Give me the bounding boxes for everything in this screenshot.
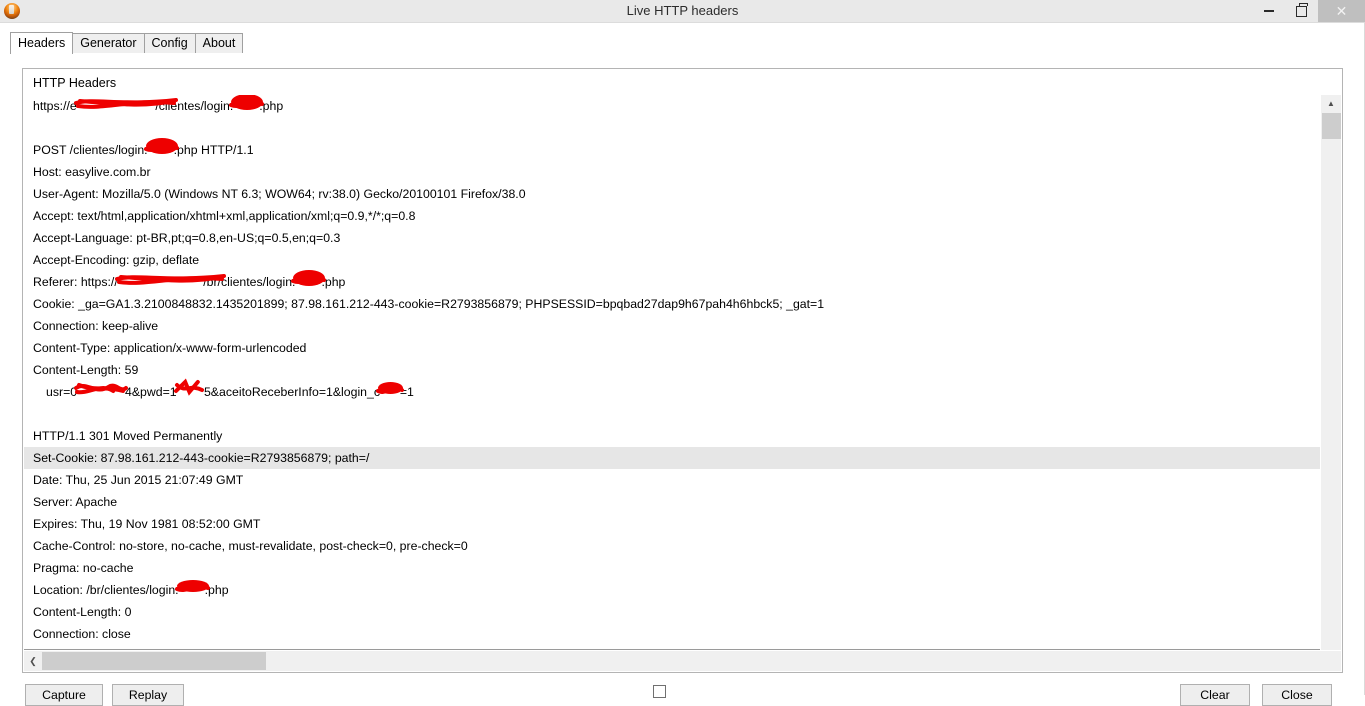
redaction-mark: easylive.com.br: [118, 271, 203, 293]
header-line-text: Server: Apache: [33, 495, 117, 509]
close-button[interactable]: Close: [1262, 684, 1332, 706]
header-line-text: usr=0: [46, 385, 77, 399]
header-line-cache-control[interactable]: Cache-Control: no-store, no-cache, must-…: [24, 535, 1321, 557]
header-line-location[interactable]: Location: /br/clientes/login.conv.php: [24, 579, 1321, 601]
replay-button[interactable]: Replay: [112, 684, 184, 706]
header-line-server[interactable]: Server: Apache: [24, 491, 1321, 513]
header-line-referer[interactable]: Referer: https://easylive.com.br/br/clie…: [24, 271, 1321, 293]
header-line-accept-language[interactable]: Accept-Language: pt-BR,pt;q=0.8,en-US;q=…: [24, 227, 1321, 249]
header-line-content-length-req[interactable]: Content-Length: 59: [24, 359, 1321, 381]
tab-config[interactable]: Config: [144, 33, 196, 53]
groupbox-title: HTTP Headers: [31, 76, 118, 90]
header-line-connection-req[interactable]: Connection: keep-alive: [24, 315, 1321, 337]
minimize-button[interactable]: [1252, 0, 1285, 22]
header-line-pragma[interactable]: Pragma: no-cache: [24, 557, 1321, 579]
redaction-mark: conv: [295, 271, 321, 293]
header-line-expires[interactable]: Expires: Thu, 19 Nov 1981 08:52:00 GMT: [24, 513, 1321, 535]
header-line-set-cookie[interactable]: Set-Cookie: 87.98.161.212-443-cookie=R27…: [24, 447, 1321, 469]
header-line-date[interactable]: Date: Thu, 25 Jun 2015 21:07:49 GMT: [24, 469, 1321, 491]
capture-button[interactable]: Capture: [25, 684, 103, 706]
headers-panel: https://easylive.com.br/clientes/login.c…: [24, 95, 1341, 671]
header-line-text: Connection: keep-alive: [33, 319, 158, 333]
redaction-mark: conv: [233, 95, 259, 117]
minimize-icon: [1264, 10, 1274, 12]
tab-strip: HeadersGeneratorConfigAbout: [0, 23, 1365, 53]
header-line-text: Accept-Language: pt-BR,pt;q=0.8,en-US;q=…: [33, 231, 340, 245]
restore-button[interactable]: [1285, 0, 1318, 22]
header-line-text: Cookie: _ga=GA1.3.2100848832.1435201899;…: [33, 297, 824, 311]
window-title: Live HTTP headers: [0, 0, 1365, 22]
horizontal-scrollbar[interactable]: ❮: [24, 651, 1341, 671]
header-line-text: Referer: https://: [33, 275, 118, 289]
header-line-text: Cache-Control: no-store, no-cache, must-…: [33, 539, 468, 553]
live-http-headers-icon: [4, 3, 20, 19]
header-line-text: .php HTTP/1.1: [174, 143, 254, 157]
header-line-text: Content-Type: text/html; charset=utf-8: [33, 649, 239, 650]
redaction-mark: asylive.com.br: [77, 95, 156, 117]
header-line-blank2[interactable]: [24, 403, 1321, 425]
clear-button[interactable]: Clear: [1180, 684, 1250, 706]
header-line-text: HTTP/1.1 301 Moved Permanently: [33, 429, 222, 443]
header-line-text: Pragma: no-cache: [33, 561, 133, 575]
scroll-left-arrow[interactable]: ❮: [24, 656, 42, 667]
bottom-button-bar: CaptureReplayClearClose: [0, 680, 1365, 695]
header-line-text: User-Agent: Mozilla/5.0 (Windows NT 6.3;…: [33, 187, 526, 201]
header-line-text: Accept: text/html,application/xhtml+xml,…: [33, 209, 415, 223]
header-line-post[interactable]: POST /clientes/login.conv.php HTTP/1.1: [24, 139, 1321, 161]
header-line-host[interactable]: Host: easylive.com.br: [24, 161, 1321, 183]
tab-headers[interactable]: Headers: [10, 32, 73, 54]
vertical-scroll-thumb[interactable]: [1322, 113, 1341, 139]
header-line-user-agent[interactable]: User-Agent: Mozilla/5.0 (Windows NT 6.3;…: [24, 183, 1321, 205]
header-line-text: 5&aceitoReceberInfo=1&login_c: [204, 385, 380, 399]
header-line-content-type-req[interactable]: Content-Type: application/x-www-form-url…: [24, 337, 1321, 359]
header-line-content-length-res[interactable]: Content-Length: 0: [24, 601, 1321, 623]
header-line-accept[interactable]: Accept: text/html,application/xhtml+xml,…: [24, 205, 1321, 227]
header-line-status[interactable]: HTTP/1.1 301 Moved Permanently: [24, 425, 1321, 447]
tab-generator[interactable]: Generator: [72, 33, 144, 53]
vertical-scrollbar[interactable]: ▲: [1320, 95, 1341, 650]
tab-about[interactable]: About: [195, 33, 244, 53]
scroll-up-arrow[interactable]: ▲: [1321, 95, 1341, 112]
redaction-mark: conv: [148, 139, 174, 161]
window-controls: ✕: [1252, 0, 1365, 22]
http-headers-groupbox: HTTP Headers https://easylive.com.br/cli…: [22, 68, 1343, 673]
redaction-mark: onv: [380, 381, 400, 403]
header-line-text: Connection: close: [33, 627, 131, 641]
redaction-mark: 0000: [177, 381, 204, 403]
auto-scroll-checkbox[interactable]: [653, 685, 666, 698]
header-line-text: Set-Cookie: 87.98.161.212-443-cookie=R27…: [33, 451, 369, 465]
horizontal-scroll-thumb[interactable]: [42, 652, 266, 670]
header-line-text: Expires: Thu, 19 Nov 1981 08:52:00 GMT: [33, 517, 260, 531]
redaction-mark: 0000000: [77, 381, 125, 403]
header-line-text: Location: /br/clientes/login.: [33, 583, 179, 597]
header-line-text: https://e: [33, 99, 77, 113]
header-line-text: Content-Type: application/x-www-form-url…: [33, 341, 306, 355]
header-line-content-type-res[interactable]: Content-Type: text/html; charset=utf-8: [24, 645, 1321, 650]
header-line-text: POST /clientes/login.: [33, 143, 148, 157]
header-line-cookie[interactable]: Cookie: _ga=GA1.3.2100848832.1435201899;…: [24, 293, 1321, 315]
header-line-url[interactable]: https://easylive.com.br/clientes/login.c…: [24, 95, 1321, 117]
restore-icon: [1296, 6, 1307, 17]
header-line-blank1[interactable]: [24, 117, 1321, 139]
header-line-text: Host: easylive.com.br: [33, 165, 151, 179]
title-bar: Live HTTP headers ✕: [0, 0, 1365, 23]
close-button[interactable]: ✕: [1318, 0, 1365, 22]
header-line-post-body[interactable]: usr=000000004&pwd=100005&aceitoReceberIn…: [24, 381, 1321, 403]
header-line-connection-res[interactable]: Connection: close: [24, 623, 1321, 645]
headers-list[interactable]: https://easylive.com.br/clientes/login.c…: [24, 95, 1321, 650]
redaction-mark: conv: [179, 579, 205, 601]
header-line-text: Content-Length: 0: [33, 605, 131, 619]
header-line-text: Date: Thu, 25 Jun 2015 21:07:49 GMT: [33, 473, 243, 487]
